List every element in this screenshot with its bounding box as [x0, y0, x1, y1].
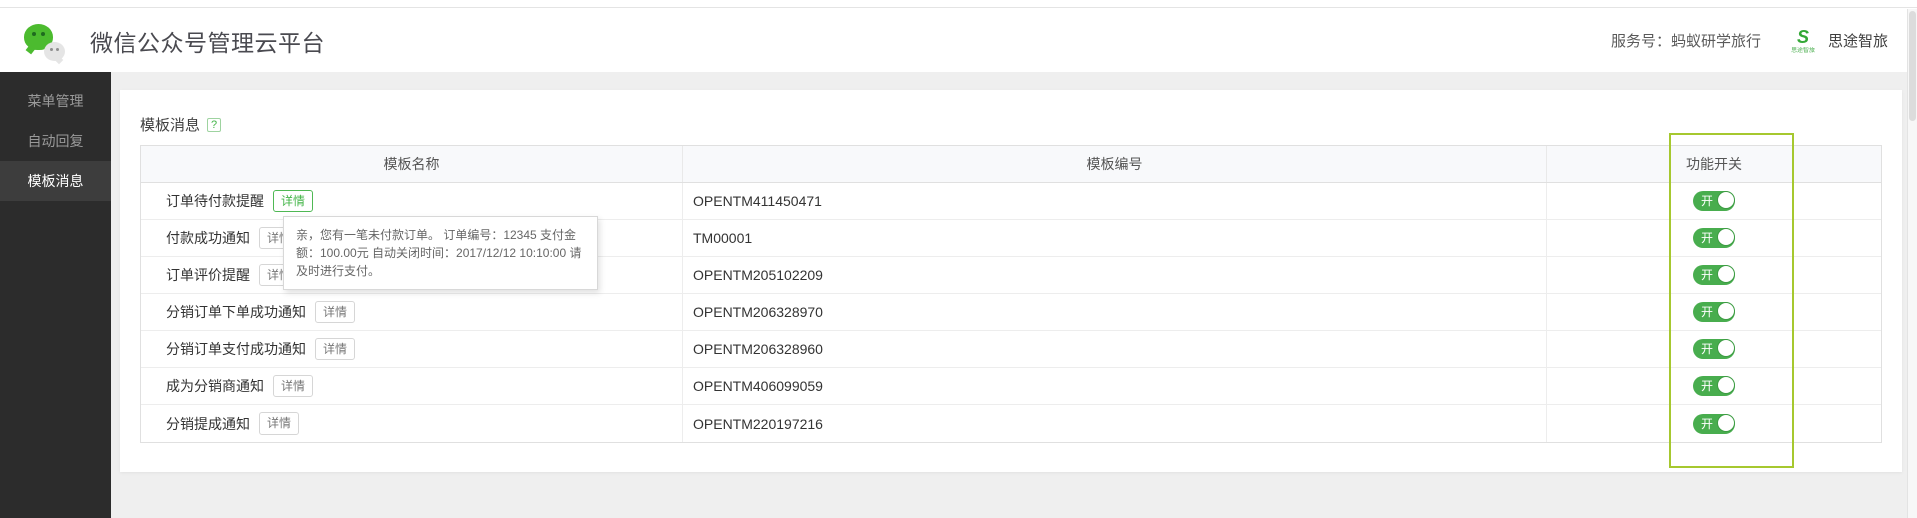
template-name: 分销订单下单成功通知	[166, 304, 306, 320]
template-code: OPENTM406099059	[683, 368, 1547, 404]
table-row: 成为分销商通知 详情 OPENTM406099059 开	[141, 368, 1881, 405]
template-name: 订单评价提醒	[166, 267, 250, 283]
template-name: 分销订单支付成功通知	[166, 341, 306, 357]
app-title: 微信公众号管理云平台	[90, 29, 325, 56]
detail-button[interactable]: 详情	[273, 374, 314, 398]
toggle-knob	[1717, 376, 1735, 394]
toggle-switch[interactable]: 开	[1693, 413, 1735, 434]
sidebar-item-template-message[interactable]: 模板消息	[0, 161, 111, 201]
brand-block: S 思途智旅 思途智旅	[1785, 28, 1888, 54]
sidebar: 菜单管理 自动回复 模板消息	[0, 72, 111, 518]
toggle-knob	[1717, 413, 1735, 432]
toggle-knob	[1717, 191, 1735, 209]
table-row: 分销提成通知 详情 OPENTM220197216 开	[141, 405, 1881, 442]
toggle-switch[interactable]: 开	[1693, 339, 1735, 359]
toggle-switch[interactable]: 开	[1693, 191, 1735, 211]
detail-button[interactable]: 详情	[259, 412, 300, 435]
template-name: 付款成功通知	[166, 230, 250, 246]
template-code: OPENTM205102209	[683, 257, 1547, 293]
sidebar-item-menu-manage[interactable]: 菜单管理	[0, 81, 111, 121]
brand-name: 思途智旅	[1827, 33, 1888, 50]
detail-button[interactable]: 详情	[315, 337, 356, 361]
template-name: 成为分销商通知	[166, 378, 264, 394]
template-name: 分销提成通知	[166, 415, 250, 432]
table-row: 订单待付款提醒 详情 OPENTM411450471 开	[141, 183, 1881, 220]
detail-button[interactable]: 详情	[273, 189, 314, 213]
toggle-knob	[1717, 302, 1735, 320]
service-account-label: 服务号：蚂蚁研学旅行	[1610, 33, 1761, 50]
table-row: 分销订单下单成功通知 详情 OPENTM206328970 开	[141, 294, 1881, 331]
toggle-switch[interactable]: 开	[1693, 265, 1735, 285]
wechat-bubble-small	[44, 41, 65, 61]
template-code: OPENTM206328970	[683, 294, 1547, 330]
header-right-group: 服务号：蚂蚁研学旅行 S 思途智旅 思途智旅	[1611, 28, 1888, 54]
sidebar-item-auto-reply[interactable]: 自动回复	[0, 121, 111, 161]
template-code: OPENTM411450471	[683, 183, 1547, 219]
toggle-knob	[1717, 339, 1735, 357]
template-code: OPENTM220197216	[683, 405, 1547, 442]
column-header-template-code: 模板编号	[683, 146, 1547, 182]
template-code: OPENTM206328960	[683, 331, 1547, 367]
template-code: TM00001	[683, 220, 1547, 256]
card-title-row: 模板消息 ?	[140, 90, 1882, 145]
toggle-knob	[1717, 228, 1735, 246]
vertical-scrollbar[interactable]	[1907, 9, 1917, 518]
help-icon[interactable]: ?	[207, 117, 222, 132]
table-row: 分销订单支付成功通知 详情 OPENTM206328960 开	[141, 331, 1881, 368]
column-header-function-switch: 功能开关	[1686, 156, 1742, 172]
scrollbar-thumb[interactable]	[1909, 11, 1916, 121]
detail-button[interactable]: 详情	[315, 300, 356, 324]
app-header: 微信公众号管理云平台 服务号：蚂蚁研学旅行 S 思途智旅 思途智旅	[0, 9, 1917, 72]
column-header-template-name: 模板名称	[141, 146, 683, 182]
toggle-switch[interactable]: 开	[1693, 228, 1735, 248]
section-title: 模板消息	[140, 117, 201, 134]
template-table: 模板名称 模板编号 功能开关 订单待付款提醒 详情 OPENTM41145047…	[140, 145, 1882, 443]
situ-logo-icon: S 思途智旅	[1791, 26, 1815, 53]
template-preview-tooltip: 亲，您有一笔未付款订单。 订单编号：12345 支付金额：100.00元 自动关…	[283, 216, 598, 290]
template-name: 订单待付款提醒	[166, 193, 264, 209]
wechat-logo-icon	[24, 21, 68, 61]
page: 微信公众号管理云平台 服务号：蚂蚁研学旅行 S 思途智旅 思途智旅 菜单管理 自…	[0, 0, 1917, 518]
toggle-switch[interactable]: 开	[1693, 302, 1735, 322]
toggle-switch[interactable]: 开	[1693, 376, 1735, 396]
toggle-knob	[1717, 265, 1735, 283]
table-header-row: 模板名称 模板编号 功能开关	[141, 146, 1881, 183]
top-strip	[0, 0, 1917, 8]
